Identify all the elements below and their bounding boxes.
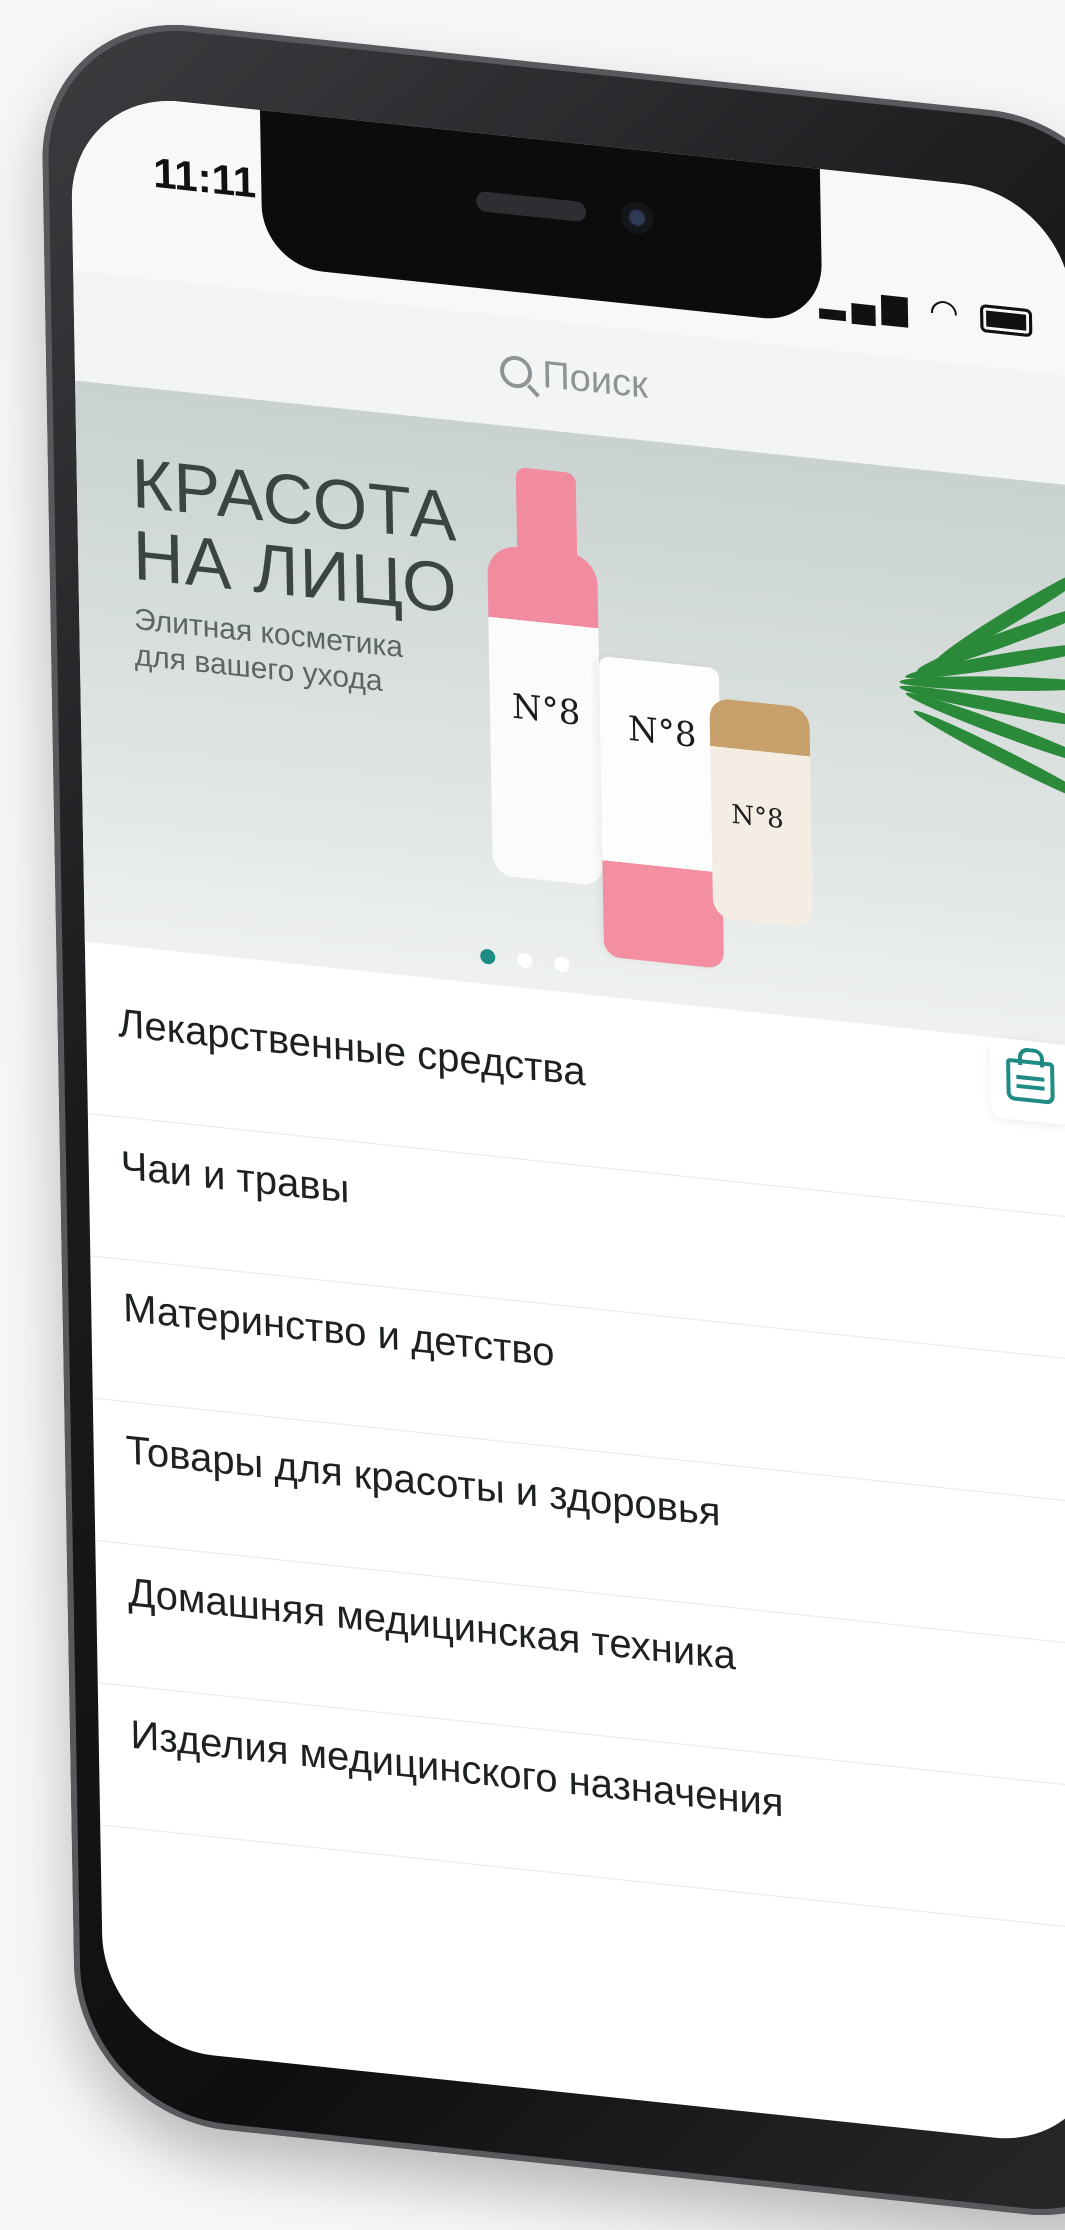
product-bottle: N°8: [487, 543, 603, 887]
product-tube: N°8: [598, 655, 725, 970]
carousel-dot-3[interactable]: [553, 956, 569, 973]
carousel-dot-1[interactable]: [479, 948, 495, 965]
promo-banner[interactable]: КРАСОТА НА ЛИЦО Элитная косметика для ва…: [75, 380, 1065, 1048]
status-time: 11:11: [152, 148, 257, 207]
category-list: Лекарственные средства Чаи и травы Матер…: [85, 971, 1065, 1931]
front-camera: [620, 200, 654, 236]
signal-icon: ▂▄▆: [818, 279, 914, 328]
status-icons: ▂▄▆ ◠: [819, 279, 1033, 342]
search-icon: [500, 354, 533, 390]
carousel-dot-2[interactable]: [516, 952, 532, 969]
banner-title: КРАСОТА НА ЛИЦО: [131, 443, 459, 628]
speaker-grille: [475, 190, 587, 223]
phone-screen: 11:11 ▂▄▆ ◠ Поиск КРАСОТА НА ЛИЦО Элитна…: [70, 90, 1065, 2150]
product-jar: N°8: [709, 697, 814, 929]
search-placeholder: Поиск: [541, 353, 649, 407]
battery-icon: [979, 303, 1033, 338]
palm-leaf-image: [795, 486, 1065, 880]
wifi-icon: ◠: [928, 291, 966, 334]
